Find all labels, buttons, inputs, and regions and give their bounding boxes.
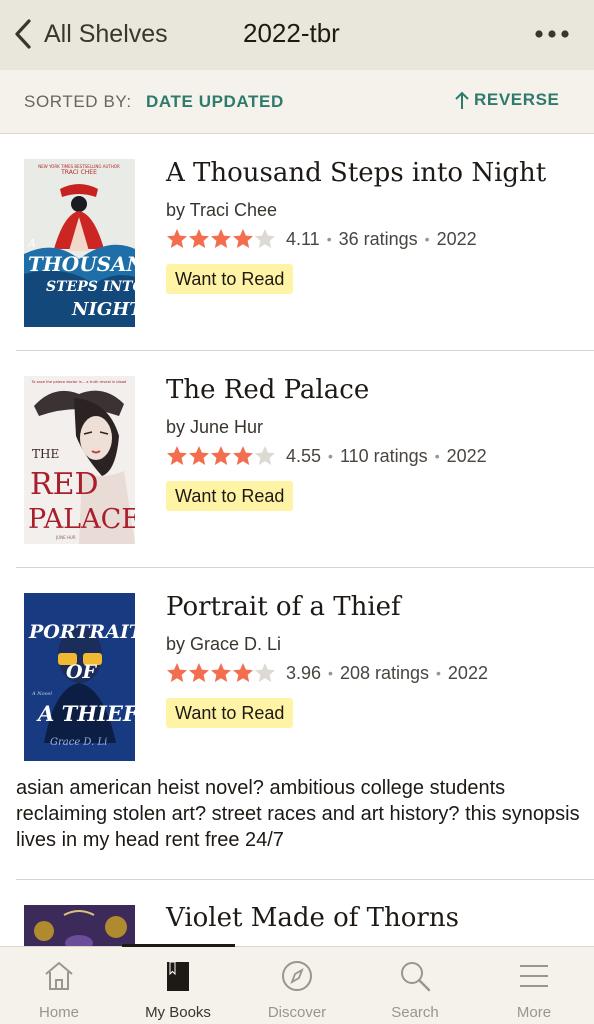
book-title[interactable]: Portrait of a Thief [166,592,401,622]
bottom-navigation: Home My Books Discover Search More [0,944,594,1024]
back-label: All Shelves [44,19,168,48]
divider [16,567,594,568]
want-to-read-badge[interactable]: Want to Read [166,698,294,728]
more-options-icon[interactable] [534,27,570,41]
reverse-sort-button[interactable]: REVERSE [454,90,559,110]
separator-dot: • [328,665,333,681]
nav-discover[interactable]: Discover [247,947,347,1024]
cover-text: STEPS INTO [46,279,135,295]
cover-text: PORTRAIT [28,621,135,643]
book-author[interactable]: by Grace D. Li [166,634,281,655]
nav-more[interactable]: More [484,947,584,1024]
separator-dot: • [436,665,441,681]
nav-home[interactable]: Home [9,947,109,1024]
rating-line: 4.55 • 110 ratings • 2022 [166,443,487,469]
review-text: asian american heist novel? ambitious co… [16,777,580,851]
ratings-count: 36 ratings [338,228,418,249]
separator-dot: • [326,231,332,247]
divider [16,879,594,880]
reverse-label: REVERSE [474,90,560,109]
nav-search[interactable]: Search [365,947,465,1024]
book-cover-portrait-of-a-thief[interactable]: PORTRAIT OF A THIEF A Novel Grace D. Li [24,593,135,761]
book-author[interactable]: by Traci Chee [166,200,277,221]
nav-label: More [516,1004,552,1021]
shelf-title: 2022-tbr [243,18,340,48]
nav-label: My Books [145,1004,211,1021]
book-title[interactable]: The Red Palace [166,375,369,405]
cover-text: THOUSAND [28,252,135,276]
cover-text: TRACI CHEE [60,169,97,176]
book-title[interactable]: Violet Made of Thorns [166,903,459,933]
back-button[interactable]: All Shelves [12,17,168,51]
search-icon [401,962,431,992]
publication-year: 2022 [447,662,488,683]
rating-line: 4.11 • 36 ratings • 2022 [166,226,477,252]
nav-label: Discover [267,1004,327,1021]
sort-option-button[interactable]: DATE UPDATED [146,92,284,112]
nav-label: Home [38,1004,79,1021]
cover-text: JUNE HUR [55,535,76,540]
book-title[interactable]: A Thousand Steps into Night [166,158,546,188]
cover-text: Grace D. Li [50,737,107,748]
cover-text: RED [30,467,99,502]
average-rating: 4.55 [286,445,322,466]
stars-icon [167,229,275,248]
sort-bar: SORTED BY: DATE UPDATED REVERSE [0,70,594,134]
nav-label: Search [391,1004,439,1021]
book-icon [167,961,189,991]
book-author[interactable]: by June Hur [166,417,263,438]
divider [16,350,594,351]
cover-text: THE [32,447,59,461]
menu-icon [520,965,548,987]
cover-text: OF [66,661,98,683]
cover-text: A Novel [31,691,52,697]
rating-line: 3.96 • 208 ratings • 2022 [166,660,488,686]
stars-icon [167,663,275,682]
compass-icon [282,961,312,991]
book-cover-violet-made-of-thorns[interactable] [24,905,135,946]
ratings-count: 208 ratings [339,662,430,683]
stars-icon [167,446,275,465]
separator-dot: • [434,448,440,464]
book-cover-thousand-steps[interactable]: NEW YORK TIMES BESTSELLING AUTHOR TRACI … [24,159,135,327]
top-bar: All Shelves 2022-tbr [0,0,594,70]
want-to-read-badge[interactable]: Want to Read [166,481,294,511]
publication-year: 2022 [436,228,477,249]
arrow-up-icon [455,91,469,109]
sort-label: SORTED BY: [24,92,132,111]
want-to-read-badge[interactable]: Want to Read [166,264,294,294]
average-rating: 4.11 [286,228,320,249]
cover-text: To save the palace doctor is... a truth … [31,380,127,384]
chevron-left-icon [15,19,31,49]
publication-year: 2022 [446,445,487,466]
cover-text: A [27,237,36,250]
cover-text: NIGHT [71,299,135,320]
ratings-count: 110 ratings [339,445,428,466]
star-rating [166,662,276,684]
cover-text: PALACE [28,504,135,535]
book-cover-red-palace[interactable]: To save the palace doctor is... a truth … [24,376,135,544]
nav-my-books[interactable]: My Books [128,947,228,1024]
separator-dot: • [328,448,333,464]
home-icon [45,961,73,990]
star-rating [166,445,276,467]
cover-text: A THIEF [36,701,135,726]
average-rating: 3.96 [286,662,322,683]
star-rating [166,228,276,250]
separator-dot: • [424,231,430,247]
